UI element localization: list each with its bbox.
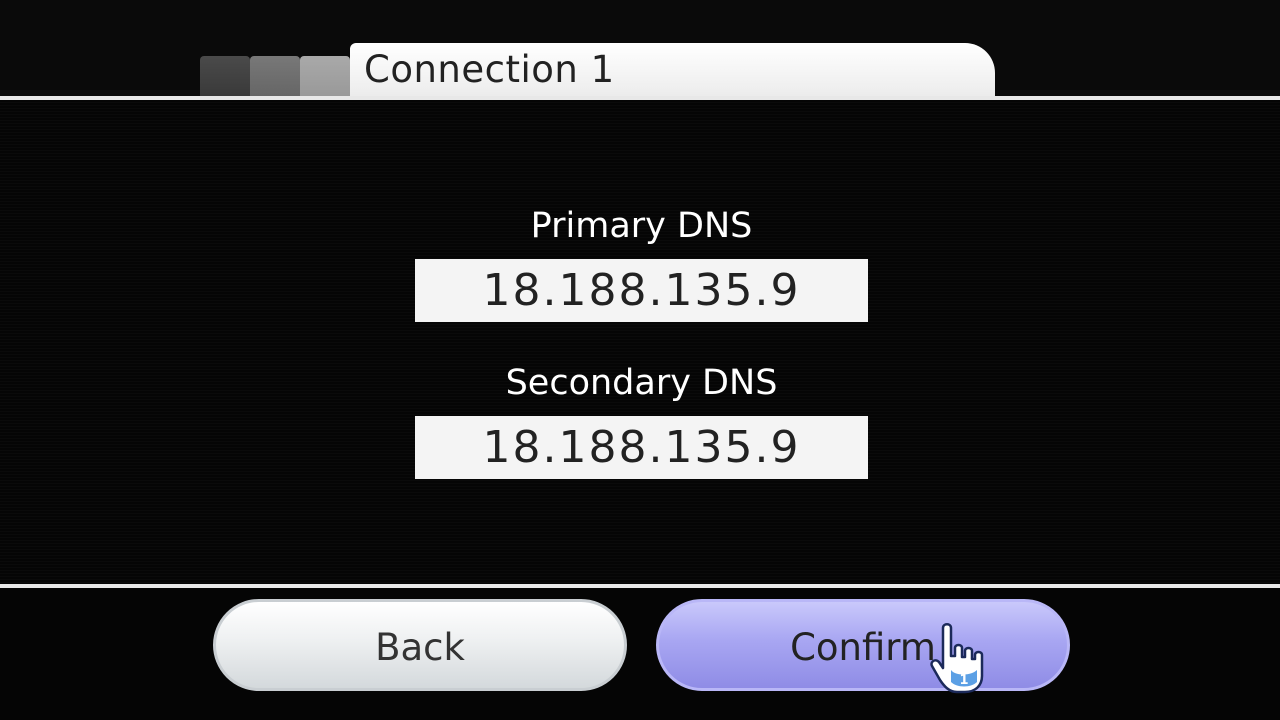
secondary-dns-label: Secondary DNS — [505, 363, 778, 403]
primary-dns-label: Primary DNS — [530, 206, 753, 246]
header-divider — [0, 96, 1280, 100]
confirm-button[interactable]: Confirm — [656, 599, 1070, 691]
footer — [0, 588, 1280, 720]
title-tab: Connection 1 — [350, 43, 995, 96]
progress-step-3 — [300, 56, 350, 96]
primary-dns-field[interactable]: 18.188.135.9 — [415, 259, 868, 322]
wii-hand-pointer-icon: 1 — [930, 623, 984, 694]
back-button[interactable]: Back — [213, 599, 627, 691]
secondary-dns-field[interactable]: 18.188.135.9 — [415, 416, 868, 479]
header: Connection 1 — [0, 0, 1280, 96]
cursor-player-number: 1 — [959, 673, 968, 688]
network-settings-screen: Connection 1 Primary DNS 18.188.135.9 Se… — [0, 0, 1280, 720]
progress-step-1 — [200, 56, 250, 96]
page-title: Connection 1 — [364, 48, 615, 91]
progress-step-2 — [250, 56, 300, 96]
